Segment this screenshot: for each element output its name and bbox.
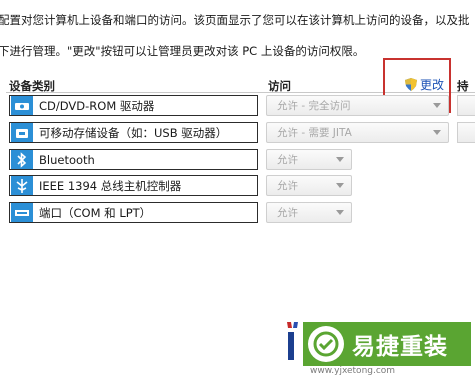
change-button[interactable]: 更改 bbox=[405, 76, 444, 92]
brand-url: www.yjxetong.com bbox=[310, 366, 396, 376]
windows-logo-fragment-icon bbox=[287, 322, 298, 360]
access-value: 允许 bbox=[277, 207, 298, 219]
bluetooth-icon bbox=[11, 150, 33, 169]
chevron-down-icon bbox=[336, 210, 344, 215]
device-row-removable-storage[interactable]: 可移动存储设备（如：USB 驱动器） bbox=[9, 122, 258, 143]
device-row-ieee1394[interactable]: IEEE 1394 总线主机控制器 bbox=[9, 175, 258, 196]
device-row-bluetooth[interactable]: Bluetooth bbox=[9, 149, 258, 170]
brand-watermark: 易捷重装 bbox=[303, 322, 471, 366]
port-icon bbox=[11, 203, 33, 222]
chevron-down-icon bbox=[433, 130, 441, 135]
chevron-down-icon bbox=[336, 183, 344, 188]
device-label: Bluetooth bbox=[39, 152, 95, 167]
power-logo-icon bbox=[308, 326, 344, 362]
access-value: 允许 bbox=[277, 154, 298, 166]
description-line-2: 下进行管理。"更改"按钮可以让管理员更改对该 PC 上设备的访问权限。 bbox=[0, 44, 365, 58]
disc-icon bbox=[11, 96, 33, 115]
uac-shield-icon bbox=[405, 77, 417, 91]
access-dropdown[interactable]: 允许 bbox=[266, 202, 352, 223]
chevron-down-icon bbox=[336, 157, 344, 162]
duration-field[interactable] bbox=[457, 122, 475, 143]
access-value: 允许 - 完全访问 bbox=[277, 100, 351, 112]
access-value: 允许 - 需要 JITA bbox=[277, 127, 352, 139]
device-row-cd-dvd[interactable]: CD/DVD-ROM 驱动器 bbox=[9, 95, 258, 116]
usb-drive-icon bbox=[11, 123, 33, 142]
access-dropdown[interactable]: 允许 - 需要 JITA bbox=[266, 122, 449, 143]
duration-field[interactable] bbox=[457, 95, 475, 116]
chevron-down-icon bbox=[433, 103, 441, 108]
access-dropdown[interactable]: 允许 bbox=[266, 149, 352, 170]
description-line-1: 配置对您计算机上设备和端口的访问。该页面显示了您可以在该计算机上访问的设备，以及… bbox=[0, 13, 470, 27]
access-dropdown[interactable]: 允许 bbox=[266, 175, 352, 196]
device-label: CD/DVD-ROM 驱动器 bbox=[39, 98, 155, 113]
access-value: 允许 bbox=[277, 180, 298, 192]
device-label: 端口（COM 和 LPT） bbox=[39, 205, 152, 220]
firewire-icon bbox=[11, 176, 33, 195]
brand-name: 易捷重装 bbox=[352, 334, 448, 360]
device-label: IEEE 1394 总线主机控制器 bbox=[39, 178, 182, 193]
access-dropdown[interactable]: 允许 - 完全访问 bbox=[266, 95, 449, 116]
change-button-label: 更改 bbox=[420, 77, 445, 92]
device-row-ports[interactable]: 端口（COM 和 LPT） bbox=[9, 202, 258, 223]
device-label: 可移动存储设备（如：USB 驱动器） bbox=[39, 125, 228, 140]
